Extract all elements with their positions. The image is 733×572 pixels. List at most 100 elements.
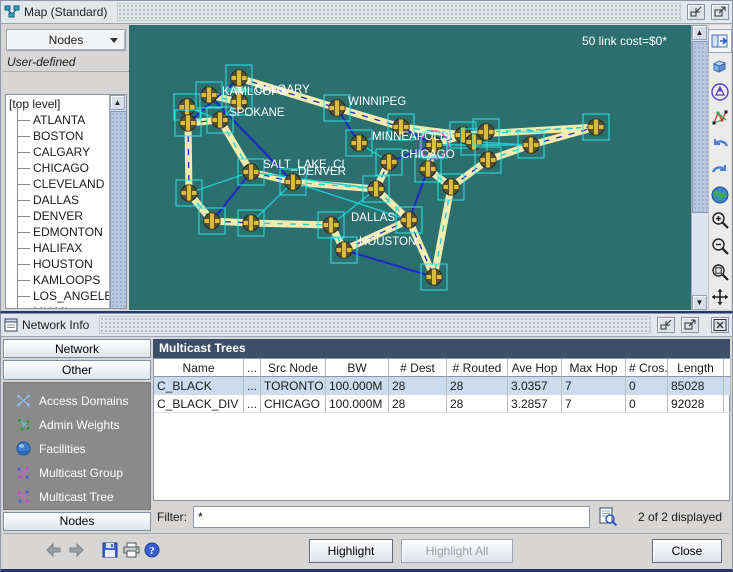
col-src-node[interactable]: Src Node: [261, 359, 326, 377]
minimize-icon[interactable]: [657, 317, 675, 333]
col-dest[interactable]: # Dest: [389, 359, 447, 377]
item-facilities[interactable]: Facilities: [4, 437, 150, 461]
map-canvas[interactable]: KAMLOOPSCALGARYSPOKANEWINNIPEGMINNEAPOLI…: [129, 25, 691, 310]
city-label: WINNIPEG: [348, 96, 406, 108]
close-button[interactable]: Close: [652, 539, 722, 563]
chevron-down-icon: [110, 38, 118, 43]
item-multicast-tree[interactable]: Multicast Tree: [4, 485, 150, 509]
access-domains-icon: [16, 393, 31, 408]
tree-item-los-angeles[interactable]: LOS_ANGELES: [7, 288, 109, 304]
tree-item-atlanta[interactable]: ATLANTA: [7, 112, 109, 128]
minimize-icon[interactable]: [687, 4, 705, 20]
col-max-hop[interactable]: Max Hop: [562, 359, 626, 377]
col-dots[interactable]: ...: [244, 359, 261, 377]
map-svg[interactable]: KAMLOOPSCALGARYSPOKANEWINNIPEGMINNEAPOLI…: [129, 25, 691, 310]
col-filler: [724, 359, 731, 377]
scroll-up-icon[interactable]: ▲: [110, 95, 125, 110]
col-ave-hop[interactable]: Ave Hop: [508, 359, 562, 377]
map-titlebar: Map (Standard): [1, 1, 732, 24]
panel-title: Multicast Trees: [153, 339, 730, 358]
forward-icon[interactable]: [67, 541, 85, 559]
tree-item-houston[interactable]: HOUSTON: [7, 256, 109, 272]
map-node[interactable]: [346, 130, 372, 156]
scrollbar-thumb[interactable]: [110, 111, 127, 309]
design-icon[interactable]: [708, 106, 732, 130]
item-label: Facilities: [39, 442, 86, 456]
multicast-tree-icon: [16, 489, 31, 504]
scroll-up-icon[interactable]: ▲: [692, 25, 707, 40]
tree-item-chicago[interactable]: CHICAGO: [7, 160, 109, 176]
tree-item-dallas[interactable]: DALLAS: [7, 192, 109, 208]
help-icon[interactable]: ?: [143, 541, 161, 559]
tree-scrollbar[interactable]: ▲: [109, 95, 126, 308]
tree-item-edmonton[interactable]: EDMONTON: [7, 224, 109, 240]
tree-item-halifax[interactable]: HALIFAX: [7, 240, 109, 256]
maximize-icon[interactable]: [711, 4, 729, 20]
tab-network[interactable]: Network: [3, 339, 151, 358]
map-node[interactable]: [376, 149, 402, 175]
back-icon[interactable]: [45, 541, 63, 559]
zoom-area-icon[interactable]: [708, 260, 732, 284]
item-label: Multicast Tree: [39, 490, 114, 504]
save-icon[interactable]: [101, 541, 119, 559]
network-info-icon: [4, 318, 18, 332]
highlight-button[interactable]: Highlight: [309, 539, 393, 563]
tree-root[interactable]: [top level]: [7, 96, 109, 112]
highlight-all-button[interactable]: Highlight All: [401, 539, 513, 563]
col-bw[interactable]: BW: [326, 359, 389, 377]
info-window-title: Network Info: [22, 318, 95, 332]
svg-text:?: ?: [149, 545, 155, 557]
search-icon[interactable]: [596, 505, 620, 529]
item-access-domains[interactable]: Access Domains: [4, 389, 150, 413]
redo-icon[interactable]: [708, 157, 732, 181]
maximize-icon[interactable]: [681, 317, 699, 333]
tree-item-cleveland[interactable]: CLEVELAND: [7, 176, 109, 192]
zoom-in-icon[interactable]: [708, 208, 732, 232]
tab-nodes[interactable]: Nodes: [3, 512, 151, 531]
item-multicast-group[interactable]: Multicast Group: [4, 461, 150, 485]
close-icon[interactable]: [711, 317, 729, 333]
col-length[interactable]: Length: [668, 359, 724, 377]
map-window-icon: [4, 5, 20, 19]
tree-item-calgary[interactable]: CALGARY: [7, 144, 109, 160]
admin-weights-icon: [16, 417, 31, 432]
city-label: CHICAGO: [401, 149, 455, 161]
tree-item-miami[interactable]: MIAMI: [7, 304, 109, 309]
paths-icon[interactable]: [708, 80, 732, 104]
map-scrollbar[interactable]: ▲ ▼: [691, 25, 708, 310]
scrollbar-thumb[interactable]: [692, 41, 709, 213]
map-toolbar: [708, 25, 731, 309]
tree-item-boston[interactable]: BOSTON: [7, 128, 109, 144]
node-tree: [top level] ATLANTA BOSTON CALGARY CHICA…: [5, 94, 127, 309]
col-crossings[interactable]: # Cros...: [626, 359, 668, 377]
print-icon[interactable]: [122, 541, 140, 559]
col-name[interactable]: Name: [154, 359, 244, 377]
tree-item-kamloops[interactable]: KAMLOOPS: [7, 272, 109, 288]
tree-item-denver[interactable]: DENVER: [7, 208, 109, 224]
city-label: HOUSTON: [359, 236, 416, 248]
scroll-down-icon[interactable]: ▼: [692, 295, 707, 310]
undo-icon[interactable]: [708, 132, 732, 156]
multicast-group-icon: [16, 465, 31, 480]
filter-label: Filter:: [153, 510, 187, 524]
facilities-icon: [16, 441, 31, 456]
tab-other[interactable]: Other: [3, 360, 151, 379]
table-row[interactable]: C_BLACK_DIV: [154, 395, 244, 413]
nodes-dropdown-label: Nodes: [49, 33, 84, 47]
sidebar-subtitle: User-defined: [3, 51, 129, 72]
map-window: Map (Standard) Nodes User-defined [top l…: [0, 0, 733, 313]
nodes-dropdown[interactable]: Nodes: [6, 29, 126, 51]
filter-row: Filter: 2 of 2 displayed: [153, 503, 730, 531]
table-row[interactable]: C_BLACK: [154, 377, 244, 395]
item-admin-weights[interactable]: Admin Weights: [4, 413, 150, 437]
map-node[interactable]: [331, 237, 357, 263]
links-icon[interactable]: [708, 55, 732, 79]
city-label: SPOKANE: [229, 107, 285, 119]
zoom-out-icon[interactable]: [708, 234, 732, 258]
globe-icon[interactable]: [708, 183, 732, 207]
city-label: MINNEAPOLIS: [372, 131, 451, 143]
expand-panel-icon[interactable]: [708, 29, 732, 53]
filter-input[interactable]: [193, 506, 590, 528]
col-routed[interactable]: # Routed: [447, 359, 508, 377]
pan-icon[interactable]: [708, 285, 732, 309]
